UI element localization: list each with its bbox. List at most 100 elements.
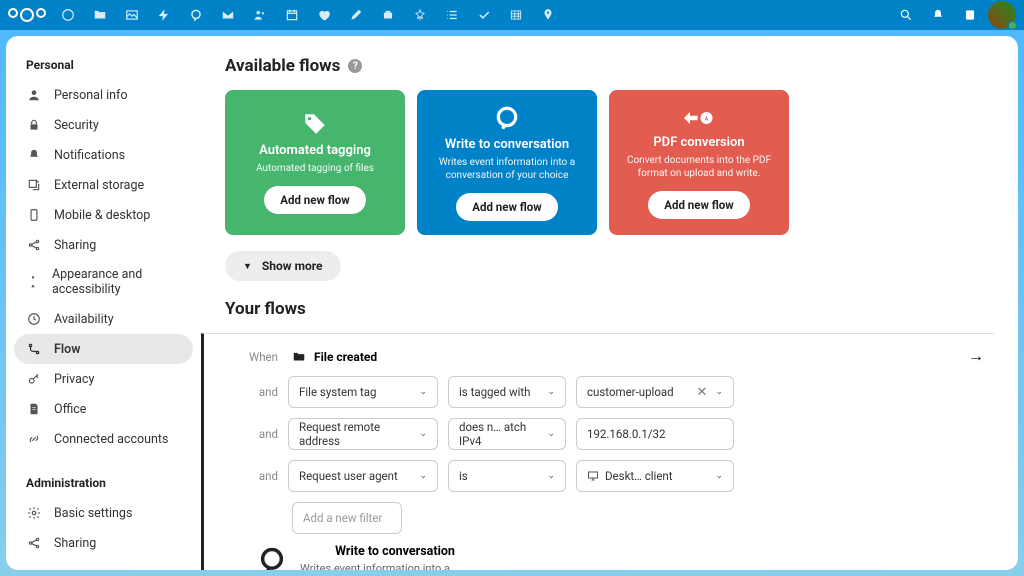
- deck-icon[interactable]: [372, 0, 404, 30]
- condition-field-select[interactable]: Request user agent⌄: [288, 460, 438, 492]
- condition-value-select[interactable]: customer-upload✕⌄: [576, 376, 734, 408]
- trigger-file-created: File created: [292, 350, 377, 364]
- notes-icon[interactable]: [340, 0, 372, 30]
- condition-op-select[interactable]: is⌄: [448, 460, 566, 492]
- help-icon[interactable]: ?: [348, 59, 362, 73]
- chevron-down-icon: ⌄: [547, 471, 555, 481]
- dashboard-icon[interactable]: [52, 0, 84, 30]
- flow-card-automated-tagging: Automated tagging Automated tagging of f…: [225, 90, 405, 235]
- settings-sidebar: Personal Personal info Security Notifica…: [6, 36, 201, 570]
- external-icon: [26, 177, 42, 193]
- condition-op-select[interactable]: does n… atch IPv4⌄: [448, 418, 566, 450]
- chevron-down-icon: ⌄: [419, 387, 427, 397]
- share-icon: [26, 237, 42, 253]
- action-desc: Writes event information into a conversa…: [300, 562, 490, 570]
- app-nav: [52, 0, 564, 30]
- flow-action: Write to conversation Writes event infor…: [256, 544, 974, 570]
- photos-icon[interactable]: [116, 0, 148, 30]
- sidebar-item-security[interactable]: Security: [14, 110, 193, 140]
- bell-icon: [26, 147, 42, 163]
- chevron-down-icon: ⌄: [547, 387, 555, 397]
- chevron-down-icon: ⌄: [419, 429, 427, 439]
- accessibility-icon: [26, 274, 40, 290]
- sidebar-item-admin-sharing[interactable]: Sharing: [14, 528, 193, 558]
- add-flow-button[interactable]: Add new flow: [264, 186, 365, 214]
- tag-icon: [302, 111, 328, 137]
- sidebar-item-basic-settings[interactable]: Basic settings: [14, 498, 193, 528]
- chevron-down-icon: ⌄: [715, 471, 723, 481]
- flow-card-write-conversation: Write to conversation Writes event infor…: [417, 90, 597, 235]
- your-flows-heading: Your flows: [225, 299, 994, 319]
- sidebar-item-external-storage[interactable]: External storage: [14, 170, 193, 200]
- top-bar: [0, 0, 1024, 30]
- search-icon[interactable]: [892, 1, 920, 29]
- sidebar-item-flow[interactable]: Flow: [14, 334, 193, 364]
- add-flow-button[interactable]: Add new flow: [648, 191, 749, 219]
- user-avatar[interactable]: [988, 1, 1016, 29]
- pdf-icon: A: [684, 107, 714, 129]
- document-icon: [26, 401, 42, 417]
- talk-icon: [494, 105, 520, 131]
- sidebar-item-sharing[interactable]: Sharing: [14, 230, 193, 260]
- flow-editor: → When File created and File system tag⌄…: [201, 333, 994, 570]
- notifications-icon[interactable]: [924, 1, 952, 29]
- tables-icon[interactable]: [500, 0, 532, 30]
- sidebar-item-appearance[interactable]: Appearance and accessibility: [14, 260, 193, 304]
- flow-icon: [26, 341, 42, 357]
- sidebar-item-personal-info[interactable]: Personal info: [14, 80, 193, 110]
- activity-icon[interactable]: [148, 0, 180, 30]
- condition-field-select[interactable]: Request remote address⌄: [288, 418, 438, 450]
- clear-icon[interactable]: ✕: [697, 385, 708, 400]
- health-icon[interactable]: [308, 0, 340, 30]
- contacts-icon[interactable]: [244, 0, 276, 30]
- calendar-icon[interactable]: [276, 0, 308, 30]
- flow-cards: Automated tagging Automated tagging of f…: [225, 90, 994, 235]
- clock-icon: [26, 311, 42, 327]
- sidebar-item-privacy[interactable]: Privacy: [14, 364, 193, 394]
- chevron-down-icon: ⌄: [715, 387, 723, 397]
- logo[interactable]: [8, 8, 46, 22]
- chevron-down-icon: ▼: [243, 261, 252, 272]
- contacts-menu-icon[interactable]: [956, 1, 984, 29]
- add-flow-button[interactable]: Add new flow: [456, 193, 557, 221]
- sidebar-section-personal: Personal: [14, 52, 193, 78]
- arrow-right-icon[interactable]: →: [968, 346, 984, 366]
- sidebar-item-connected[interactable]: Connected accounts: [14, 424, 193, 454]
- monitor-icon: [587, 470, 599, 482]
- sidebar-section-admin: Administration: [14, 470, 193, 496]
- forms-icon[interactable]: [404, 0, 436, 30]
- mobile-icon: [26, 207, 42, 223]
- share-icon: [26, 535, 42, 551]
- sidebar-item-availability[interactable]: Availability: [14, 304, 193, 334]
- chevron-down-icon: ⌄: [547, 429, 555, 439]
- lock-icon: [26, 117, 42, 133]
- gear-icon: [26, 505, 42, 521]
- condition-row: and Request remote address⌄ does n… atch…: [244, 418, 974, 450]
- show-more-button[interactable]: ▼Show more: [225, 251, 341, 281]
- user-icon: [26, 87, 42, 103]
- sidebar-item-office[interactable]: Office: [14, 394, 193, 424]
- condition-value-select[interactable]: Deskt… client⌄: [576, 460, 734, 492]
- top-right: [892, 1, 1016, 29]
- talk-icon: [256, 544, 288, 570]
- svg-text:A: A: [705, 116, 709, 122]
- mail-icon[interactable]: [212, 0, 244, 30]
- main-content: Available flows? Automated tagging Autom…: [201, 36, 1018, 570]
- action-title: Write to conversation: [300, 544, 490, 559]
- available-flows-heading: Available flows?: [225, 56, 994, 76]
- talk-icon[interactable]: [180, 0, 212, 30]
- condition-value-input[interactable]: 192.168.0.1/32: [576, 418, 734, 450]
- condition-op-select[interactable]: is tagged with⌄: [448, 376, 566, 408]
- sidebar-item-mobile[interactable]: Mobile & desktop: [14, 200, 193, 230]
- chevron-down-icon: ⌄: [419, 471, 427, 481]
- condition-field-select[interactable]: File system tag⌄: [288, 376, 438, 408]
- maps-icon[interactable]: [532, 0, 564, 30]
- condition-row: and File system tag⌄ is tagged with⌄ cus…: [244, 376, 974, 408]
- tasks-icon[interactable]: [468, 0, 500, 30]
- sidebar-item-notifications[interactable]: Notifications: [14, 140, 193, 170]
- link-icon: [26, 431, 42, 447]
- list-icon[interactable]: [436, 0, 468, 30]
- folder-icon: [292, 350, 306, 364]
- add-filter-input[interactable]: Add a new filter: [292, 502, 402, 534]
- files-icon[interactable]: [84, 0, 116, 30]
